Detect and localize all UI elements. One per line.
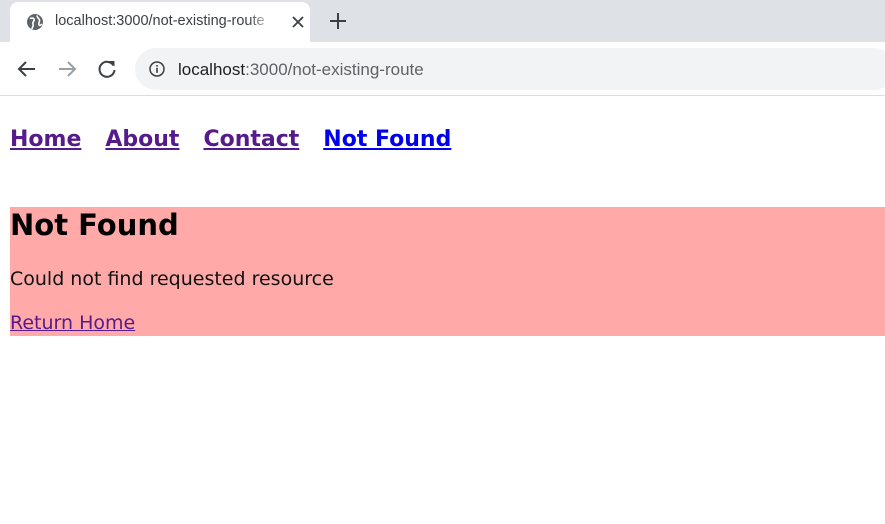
nav-link-not-found[interactable]: Not Found xyxy=(323,127,451,152)
browser-tab[interactable]: localhost:3000/not-existing-route xyxy=(10,2,310,42)
back-arrow-icon[interactable] xyxy=(16,58,38,80)
address-bar[interactable]: localhost:3000/not-existing-route xyxy=(135,48,885,90)
browser-toolbar: localhost:3000/not-existing-route xyxy=(0,42,885,96)
globe-icon xyxy=(26,13,44,31)
reload-icon[interactable] xyxy=(96,58,118,80)
plus-icon[interactable] xyxy=(327,10,349,32)
url-text: localhost:3000/not-existing-route xyxy=(178,60,424,80)
tab-strip: localhost:3000/not-existing-route xyxy=(0,0,885,42)
page-content: Home About Contact Not Found Not Found C… xyxy=(0,97,885,524)
url-path: :3000/not-existing-route xyxy=(245,60,424,79)
url-host: localhost xyxy=(178,60,246,79)
nav-link-contact[interactable]: Contact xyxy=(203,127,299,152)
info-icon[interactable] xyxy=(149,61,165,77)
close-icon[interactable] xyxy=(290,14,306,30)
site-nav: Home About Contact Not Found xyxy=(10,127,475,152)
not-found-panel: Not Found Could not find requested resou… xyxy=(10,207,885,336)
not-found-heading: Not Found xyxy=(10,208,179,242)
not-found-message: Could not find requested resource xyxy=(10,268,334,290)
return-home-link[interactable]: Return Home xyxy=(10,312,135,334)
nav-link-about[interactable]: About xyxy=(105,127,179,152)
forward-arrow-icon[interactable] xyxy=(56,58,78,80)
tab-title: localhost:3000/not-existing-route xyxy=(55,13,265,29)
nav-link-home[interactable]: Home xyxy=(10,127,81,152)
